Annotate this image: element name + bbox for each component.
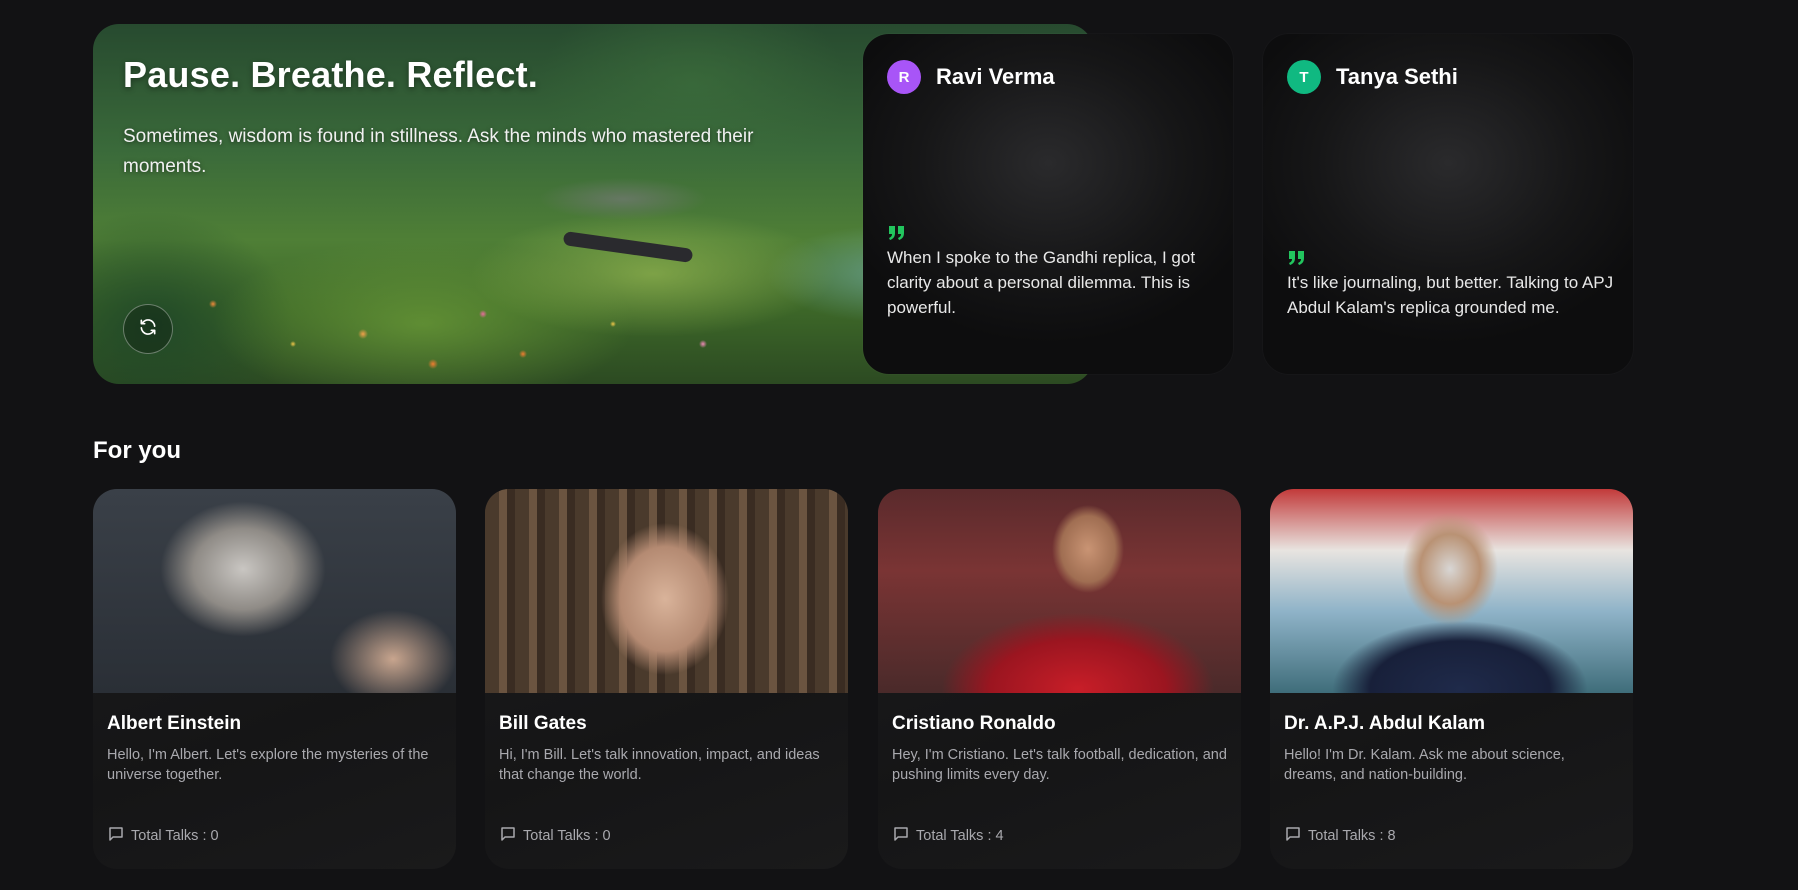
hero-subtitle: Sometimes, wisdom is found in stillness.… bbox=[123, 126, 754, 177]
persona-description: Hey, I'm Cristiano. Let's talk football,… bbox=[892, 747, 1227, 783]
persona-card-bill-gates[interactable]: Bill Gates Hi, I'm Bill. Let's talk inno… bbox=[485, 489, 848, 869]
persona-name: Dr. A.P.J. Abdul Kalam bbox=[1284, 713, 1485, 734]
avatar: R bbox=[887, 60, 921, 94]
total-talks: Total Talks : 0 bbox=[499, 825, 611, 847]
persona-name: Cristiano Ronaldo bbox=[892, 713, 1056, 734]
total-talks: Total Talks : 0 bbox=[107, 825, 219, 847]
chat-icon bbox=[1284, 825, 1308, 847]
persona-photo bbox=[878, 489, 1241, 693]
persona-name: Bill Gates bbox=[499, 713, 587, 734]
persona-photo bbox=[93, 489, 456, 693]
hero-title: Pause. Breathe. Reflect. bbox=[123, 54, 538, 95]
testimonial-author: Tanya Sethi bbox=[1336, 64, 1458, 89]
quote-icon bbox=[1287, 249, 1307, 272]
testimonial-quote: It's like journaling, but better. Talkin… bbox=[1287, 273, 1614, 317]
chat-icon bbox=[499, 825, 523, 847]
testimonial-quote: When I spoke to the Gandhi replica, I go… bbox=[887, 248, 1196, 317]
section-title: For you bbox=[93, 437, 181, 464]
testimonial-header: T Tanya Sethi bbox=[1287, 60, 1458, 94]
quote-icon bbox=[887, 224, 907, 247]
persona-photo bbox=[485, 489, 848, 693]
persona-card-apj-abdul-kalam[interactable]: Dr. A.P.J. Abdul Kalam Hello! I'm Dr. Ka… bbox=[1270, 489, 1633, 869]
total-talks-label: Total Talks : 4 bbox=[916, 828, 1004, 844]
persona-photo bbox=[1270, 489, 1633, 693]
total-talks: Total Talks : 8 bbox=[1284, 825, 1396, 847]
testimonial-card: T Tanya Sethi It's like journaling, but … bbox=[1263, 34, 1633, 374]
chat-icon bbox=[107, 825, 131, 847]
total-talks: Total Talks : 4 bbox=[892, 825, 1004, 847]
testimonial-header: R Ravi Verma bbox=[887, 60, 1055, 94]
refresh-button[interactable] bbox=[123, 304, 173, 354]
testimonial-author: Ravi Verma bbox=[936, 64, 1055, 89]
persona-card-albert-einstein[interactable]: Albert Einstein Hello, I'm Albert. Let's… bbox=[93, 489, 456, 869]
persona-description: Hi, I'm Bill. Let's talk innovation, imp… bbox=[499, 747, 820, 783]
refresh-icon bbox=[138, 317, 158, 342]
persona-name: Albert Einstein bbox=[107, 713, 242, 734]
persona-card-cristiano-ronaldo[interactable]: Cristiano Ronaldo Hey, I'm Cristiano. Le… bbox=[878, 489, 1241, 869]
avatar: T bbox=[1287, 60, 1321, 94]
persona-description: Hello! I'm Dr. Kalam. Ask me about scien… bbox=[1284, 747, 1565, 783]
total-talks-label: Total Talks : 8 bbox=[1308, 828, 1396, 844]
total-talks-label: Total Talks : 0 bbox=[131, 828, 219, 844]
persona-description: Hello, I'm Albert. Let's explore the mys… bbox=[107, 747, 429, 783]
chat-icon bbox=[892, 825, 916, 847]
testimonial-card: R Ravi Verma When I spoke to the Gandhi … bbox=[863, 34, 1233, 374]
total-talks-label: Total Talks : 0 bbox=[523, 828, 611, 844]
